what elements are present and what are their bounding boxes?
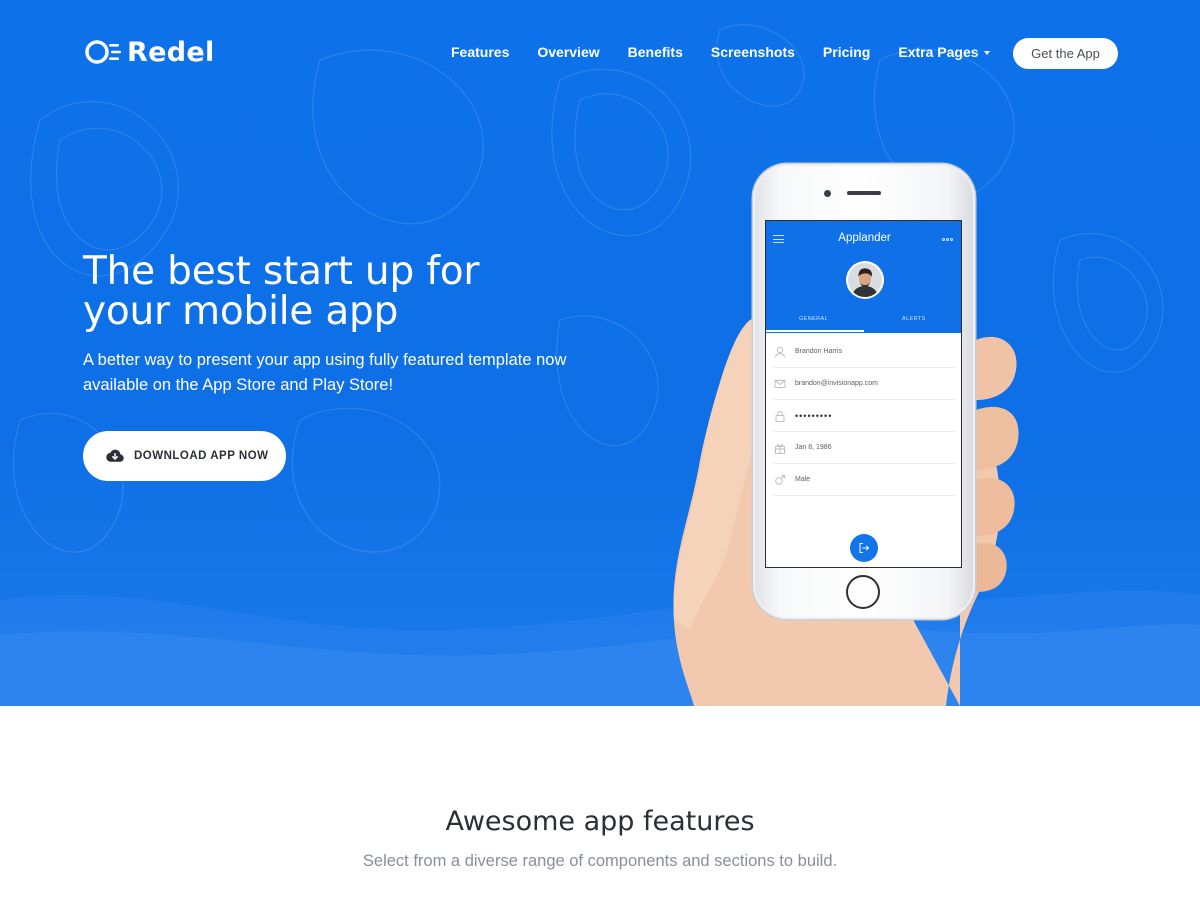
nav-overview[interactable]: Overview <box>537 44 599 60</box>
lock-icon <box>775 410 785 422</box>
download-app-button[interactable]: DOWNLOAD APP NOW <box>83 431 286 481</box>
phone-home-button <box>846 575 880 609</box>
brand-logo[interactable]: Redel <box>85 36 215 68</box>
get-the-app-button[interactable]: Get the App <box>1013 38 1118 69</box>
features-subtitle: Select from a diverse range of component… <box>362 852 838 870</box>
email-field[interactable]: brandon@invisionapp.com <box>774 368 956 400</box>
user-icon <box>775 346 785 358</box>
nav-benefits[interactable]: Benefits <box>628 44 683 60</box>
name-value: Brandon Harris <box>795 348 843 355</box>
gender-field[interactable]: Male <box>774 464 956 496</box>
phone-screen: Applander GENERAL ALERTS Brandon Harris <box>765 220 962 568</box>
features-title: Awesome app features <box>445 806 755 837</box>
chevron-down-icon <box>983 50 990 55</box>
nav-features[interactable]: Features <box>451 44 509 60</box>
logo-icon <box>85 40 121 64</box>
hero-section: Redel Features Overview Benefits Screens… <box>0 0 1200 706</box>
avatar <box>846 261 884 299</box>
tab-alerts[interactable]: ALERTS <box>902 316 926 322</box>
logout-icon <box>859 543 870 553</box>
password-field[interactable]: ••••••••• <box>774 400 956 432</box>
nav-pricing[interactable]: Pricing <box>823 44 870 60</box>
birthday-field[interactable]: Jan 8, 1986 <box>774 432 956 464</box>
gender-value: Male <box>795 476 811 483</box>
hero-title: The best start up for your mobile app <box>83 249 480 334</box>
password-value: ••••••••• <box>795 410 833 421</box>
tab-indicator <box>766 330 864 332</box>
logout-button[interactable] <box>850 534 878 562</box>
gender-icon <box>775 474 785 485</box>
gift-icon <box>775 443 785 454</box>
download-app-label: DOWNLOAD APP NOW <box>134 450 269 462</box>
avatar-photo <box>848 263 882 297</box>
phone-speaker <box>847 191 881 195</box>
phone-camera <box>824 190 831 197</box>
app-header: Applander GENERAL ALERTS <box>766 221 961 333</box>
nav-extra-pages[interactable]: Extra Pages <box>898 44 990 60</box>
mail-icon <box>774 379 786 388</box>
email-value: brandon@invisionapp.com <box>795 380 878 387</box>
hero-subtitle: A better way to present your app using f… <box>83 351 567 394</box>
nav-extra-pages-label: Extra Pages <box>898 44 979 60</box>
birthday-value: Jan 8, 1986 <box>795 444 832 451</box>
main-nav: Features Overview Benefits Screenshots P… <box>437 44 1004 60</box>
nav-screenshots[interactable]: Screenshots <box>711 44 795 60</box>
name-field[interactable]: Brandon Harris <box>774 336 956 368</box>
app-title: Applander <box>838 232 891 244</box>
cloud-download-icon <box>106 449 124 462</box>
tab-general[interactable]: GENERAL <box>799 316 828 322</box>
more-options-icon <box>942 238 954 241</box>
brand-name: Redel <box>127 36 215 68</box>
